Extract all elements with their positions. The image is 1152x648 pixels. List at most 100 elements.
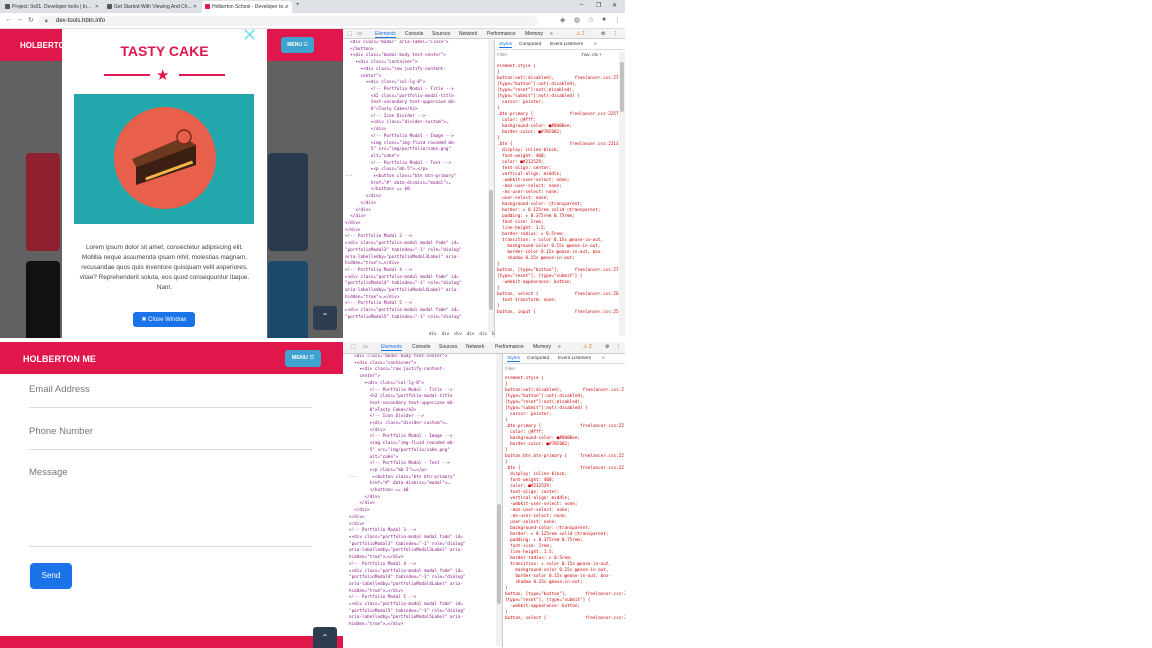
profile-icon[interactable]: ● <box>602 16 606 23</box>
url-field[interactable]: 🔒︎ dev-tools.hbtn.info <box>38 16 538 26</box>
cake-image <box>74 94 254 224</box>
tab-more[interactable]: » <box>602 356 605 361</box>
warning-count[interactable]: ⚠ 2 <box>576 31 585 37</box>
lock-icon: 🔒︎ <box>45 18 48 24</box>
site-brand[interactable]: HOLBERTON ME <box>23 354 96 364</box>
tab-styles[interactable]: Styles <box>499 42 513 48</box>
tab-computed[interactable]: Computed <box>519 42 541 47</box>
tab-label: Holberton School - Developer to... <box>212 4 288 10</box>
website-viewport-bottom: HOLBERTON ME MENU ☰ Email Address Phone … <box>0 342 343 648</box>
scroll-thumb[interactable] <box>497 504 501 604</box>
cake-slice-icon <box>132 129 196 185</box>
back-icon[interactable]: ← <box>5 16 12 23</box>
filter-input[interactable]: Filter <box>505 366 515 374</box>
tab-more[interactable]: » <box>594 42 597 47</box>
menu-button[interactable]: MENU ☰ <box>285 350 321 367</box>
maximize-button[interactable]: ❐ <box>596 2 601 9</box>
tab-event-listeners[interactable]: Event Listeners <box>550 42 583 47</box>
send-button[interactable]: Send <box>30 563 72 589</box>
gear-icon[interactable]: ⚙ <box>605 344 609 350</box>
tab-close-icon[interactable]: ✕ <box>285 4 289 10</box>
tab-event-listeners[interactable]: Event Listeners <box>558 356 591 361</box>
tab-console[interactable]: Console <box>412 344 430 350</box>
phone-field[interactable]: Phone Number <box>29 426 312 450</box>
scroll-top-button[interactable]: ⌃ <box>313 627 337 648</box>
tab-network[interactable]: Network <box>466 344 484 350</box>
tab-more[interactable]: » <box>558 344 561 350</box>
tab-computed[interactable]: Computed <box>527 356 549 361</box>
portfolio-tile <box>268 153 308 251</box>
tab-performance[interactable]: Performance <box>487 31 516 37</box>
tab-more[interactable]: » <box>550 31 553 37</box>
message-field[interactable]: Message <box>29 467 312 547</box>
device-icon[interactable]: ▭ <box>363 344 368 350</box>
tab-console[interactable]: Console <box>405 31 423 37</box>
kebab-menu-icon[interactable]: ⋮ <box>616 344 621 350</box>
inspect-icon[interactable]: ⬚ <box>351 344 356 350</box>
filter-input[interactable]: Filter <box>497 52 507 60</box>
scroll-thumb[interactable] <box>489 190 493 310</box>
close-window-btn[interactable]: ✖ Close Window <box>133 312 195 327</box>
tab-elements[interactable]: Elements <box>381 344 402 351</box>
site-navbar: HOLBERTON ME MENU ☰ <box>0 342 343 374</box>
styles-toolbar: Styles Computed Event Listeners » <box>503 354 625 364</box>
inspect-icon[interactable]: ⬚ <box>347 31 352 37</box>
kebab-menu-icon[interactable]: ⋮ <box>613 31 618 37</box>
gear-icon[interactable]: ⚙ <box>601 31 605 37</box>
tab-favicon-icon <box>205 4 210 9</box>
close-window-button[interactable]: ✕ <box>612 2 617 9</box>
browser-window-top: Project: 0x01. Developer tools | In... ✕… <box>0 0 625 338</box>
tab-strip: Project: 0x01. Developer tools | In... ✕… <box>0 0 625 13</box>
tab-label: Project: 0x01. Developer tools | In... <box>12 4 92 10</box>
modal-title: TASTY CAKE <box>120 43 209 59</box>
filter-tools[interactable]: :hov .cls + <box>581 52 602 60</box>
tab-project[interactable]: Project: 0x01. Developer tools | In... ✕ <box>2 1 102 13</box>
menu-button[interactable]: MENU ☰ <box>281 37 314 53</box>
portfolio-modal: ✕ TASTY CAKE ★ Lorem ipsum dolor sit ame… <box>62 29 267 338</box>
shield-icon[interactable]: ◍ <box>574 16 580 24</box>
styles-pane: Styles Computed Event Listeners » Filter… <box>494 40 625 338</box>
scroll-top-button[interactable]: ⌃ <box>313 306 337 330</box>
cake-circle <box>114 107 216 209</box>
tab-favicon-icon <box>5 4 10 9</box>
devtools-panel-bottom: ⬚ ▭ Elements Console Sources Network Per… <box>343 342 625 648</box>
tab-elements[interactable]: Elements <box>375 31 396 38</box>
tab-sources[interactable]: Sources <box>432 31 450 37</box>
css-rules[interactable]: element.style { } button:not(:disabled),… <box>497 64 621 336</box>
elements-tree[interactable]: <div class="modal" aria-label="Close"> <… <box>345 40 488 332</box>
tab-close-icon[interactable]: ✕ <box>193 4 197 10</box>
modal-body-text: Lorem ipsum dolor sit amet, consectetur … <box>79 244 250 291</box>
new-tab-button[interactable]: + <box>296 2 300 8</box>
tab-favicon-icon <box>107 4 112 9</box>
divider-line <box>104 74 150 76</box>
tab-styles[interactable]: Styles <box>507 356 521 362</box>
scroll-thumb[interactable] <box>620 62 624 112</box>
reload-icon[interactable]: ↻ <box>28 16 34 24</box>
portfolio-tile <box>268 261 308 338</box>
elements-tree[interactable]: <div class="modal-body text-center"> ▾<d… <box>349 354 499 646</box>
tab-holberton[interactable]: Holberton School - Developer to... ✕ <box>202 1 292 13</box>
tab-sources[interactable]: Sources <box>439 344 457 350</box>
tab-memory[interactable]: Memory <box>525 31 543 37</box>
css-rules[interactable]: element.style { } button:not(:disabled),… <box>505 376 625 646</box>
styles-scrollbar[interactable] <box>619 52 625 336</box>
tab-get-started[interactable]: Get Started With Viewing And Ch... ✕ <box>104 1 200 13</box>
tab-memory[interactable]: Memory <box>533 344 551 350</box>
tab-network[interactable]: Network <box>459 31 477 37</box>
tab-label: Get Started With Viewing And Ch... <box>114 4 192 10</box>
forward-icon[interactable]: → <box>16 16 23 23</box>
kebab-menu-icon[interactable]: ⋮ <box>614 16 621 24</box>
tab-performance[interactable]: Performance <box>495 344 524 350</box>
device-icon[interactable]: ▭ <box>357 31 362 37</box>
portfolio-tile <box>26 261 60 338</box>
tab-close-icon[interactable]: ✕ <box>95 4 99 10</box>
devtools-panel: ⬚ ▭ Elements Console Sources Network Per… <box>343 29 625 338</box>
star-icon[interactable]: ☆ <box>588 16 594 24</box>
minimize-button[interactable]: – <box>580 2 583 8</box>
warning-count[interactable]: ⚠ 2 <box>583 344 592 350</box>
url-text: dev-tools.hbtn.info <box>56 18 106 24</box>
extension-icon[interactable]: ◈ <box>560 16 565 24</box>
email-field[interactable]: Email Address <box>29 384 312 408</box>
divider-star-icon: ★ <box>156 67 170 84</box>
site-footer <box>0 636 343 648</box>
